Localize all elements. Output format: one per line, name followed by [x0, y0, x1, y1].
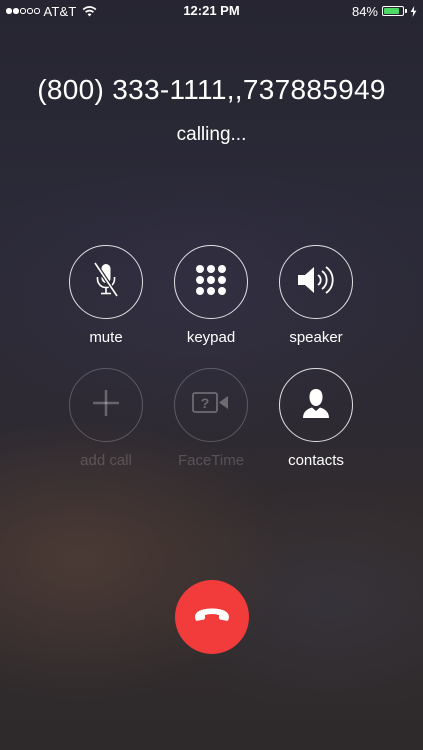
mute-button[interactable]: mute [51, 245, 161, 346]
add-call-button[interactable]: add call [51, 368, 161, 469]
add-call-label: add call [80, 452, 132, 469]
battery-cap [405, 9, 407, 13]
battery-level-fill [384, 8, 400, 14]
facetime-icon: ? [191, 390, 231, 421]
svg-text:?: ? [201, 395, 210, 411]
end-call-phone-icon [193, 607, 231, 628]
keypad-button[interactable]: keypad [156, 245, 266, 346]
facetime-button[interactable]: ? FaceTime [156, 368, 266, 469]
speaker-label: speaker [289, 329, 343, 346]
call-status: calling... [176, 124, 247, 145]
contact-person-icon [301, 387, 331, 424]
end-call-button[interactable] [175, 580, 249, 654]
contacts-label: contacts [288, 452, 344, 469]
status-bar: AT&T 12:21 PM 84% [0, 0, 423, 22]
battery-icon [382, 6, 404, 16]
battery-percent: 84% [351, 3, 378, 19]
call-phone-number: (800) 333-1111,,737885949 [37, 74, 386, 105]
keypad-circle[interactable] [174, 245, 248, 319]
keypad-icon [195, 264, 227, 301]
charging-bolt-icon [410, 5, 417, 17]
mute-label: mute [89, 329, 123, 346]
status-right: 84% [352, 3, 417, 19]
keypad-label: keypad [186, 329, 236, 346]
mute-circle[interactable] [69, 245, 143, 319]
facetime-circle[interactable]: ? [174, 368, 248, 442]
speaker-icon [296, 264, 336, 301]
call-screen: AT&T 12:21 PM 84% (800) 333-1111,,737885… [0, 0, 423, 750]
speaker-circle[interactable] [279, 245, 353, 319]
contacts-button[interactable]: contacts [261, 368, 371, 469]
microphone-muted-icon [91, 261, 121, 304]
speaker-button[interactable]: speaker [261, 245, 371, 346]
plus-icon [91, 388, 121, 423]
facetime-label: FaceTime [177, 452, 245, 469]
contacts-circle[interactable] [279, 368, 353, 442]
add-call-circle[interactable] [69, 368, 143, 442]
